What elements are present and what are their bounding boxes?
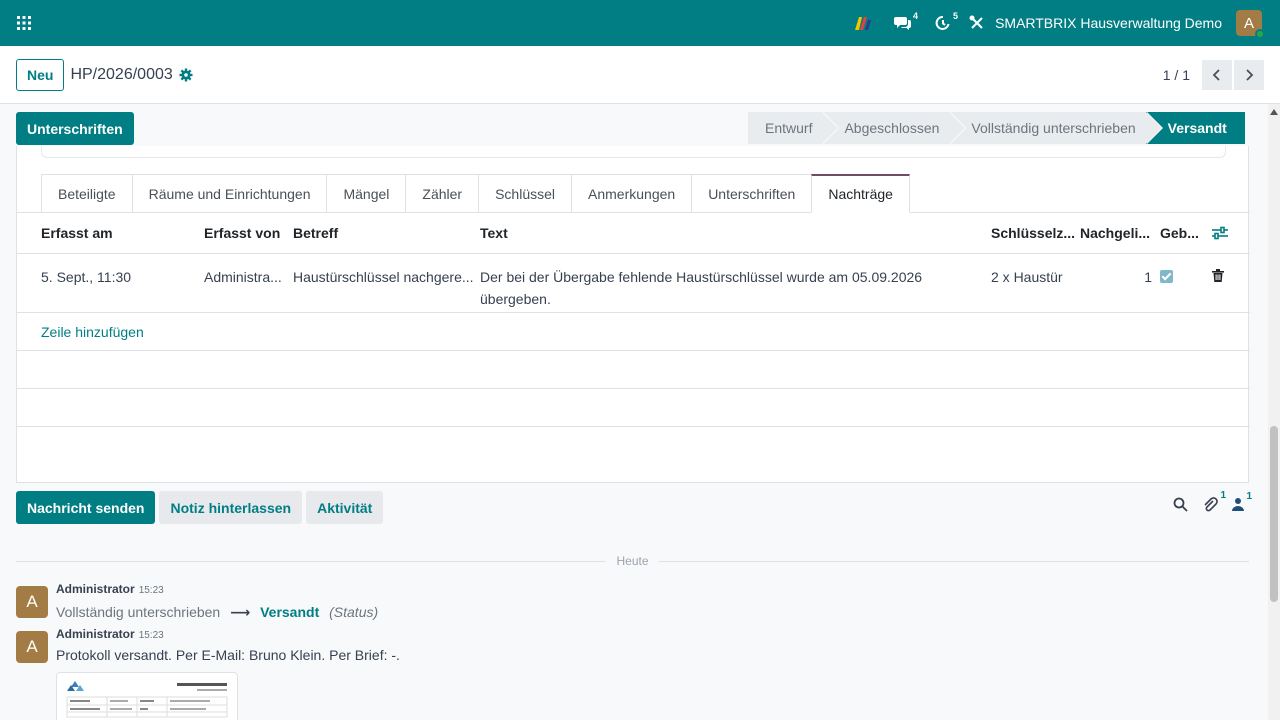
tab-participants[interactable]: Beteiligte	[41, 174, 133, 213]
avatar[interactable]: A	[16, 586, 48, 618]
user-initial: A	[1243, 14, 1254, 32]
document-thumbnail-icon	[66, 681, 228, 718]
chatter-message: A Administrator 15:23 Vollständig untersc…	[16, 582, 378, 621]
status-bar: Entwurf Abgeschlossen Vollständig unters…	[748, 112, 1245, 144]
add-line-link[interactable]: Zeile hinzufügen	[17, 313, 1250, 351]
followers-button[interactable]: 1	[1232, 491, 1252, 511]
scrollbar-thumb[interactable]	[1270, 426, 1278, 602]
avatar[interactable]: A	[16, 631, 48, 663]
chatter-tools: 1 1	[1173, 490, 1252, 512]
followers-count: 1	[1246, 491, 1252, 502]
messages-icon[interactable]: 4	[883, 0, 923, 46]
chatter-message: A Administrator 15:23 Protokoll versandt.…	[16, 627, 400, 663]
signatures-button[interactable]: Unterschriften	[16, 112, 134, 145]
cell-subject: Haustürschlüssel nachgere...	[293, 269, 474, 285]
message-time: 15:23	[138, 585, 164, 596]
column-header-recorded-by[interactable]: Erfasst von	[204, 213, 293, 253]
form-sheet: Beteiligte Räume und Einrichtungen Mänge…	[16, 146, 1250, 483]
cell-handed-over	[1160, 254, 1212, 289]
sliders-icon	[1212, 226, 1228, 240]
tab-remarks[interactable]: Anmerkungen	[571, 174, 693, 213]
attachment-preview[interactable]	[56, 672, 238, 720]
search-icon	[1173, 497, 1188, 512]
activities-clock-icon[interactable]: 5	[923, 0, 963, 46]
company-name: SMARTBRIX Hausverwaltung Demo	[995, 15, 1222, 31]
control-panel: Neu HP/2026/0003 1 / 1	[0, 46, 1280, 104]
tab-addenda[interactable]: Nachträge	[811, 174, 910, 213]
attachments-count: 1	[1220, 490, 1226, 501]
column-header-keys[interactable]: Schlüsselz...	[991, 213, 1080, 253]
tools-icon	[969, 15, 983, 29]
column-header-handed-over[interactable]: Geb...	[1160, 213, 1212, 253]
online-status-dot	[1255, 29, 1265, 39]
tab-meters[interactable]: Zähler	[405, 174, 480, 213]
cell-delivered: 1	[1144, 269, 1152, 285]
tracking-new-value: Versandt	[260, 604, 320, 620]
paperclip-icon	[1204, 497, 1218, 512]
apps-menu-icon[interactable]	[0, 0, 48, 46]
record-breadcrumb: HP/2026/0003	[70, 65, 173, 83]
delete-row-button[interactable]	[1212, 254, 1250, 288]
arrow-right-icon: ⟶	[230, 604, 251, 620]
tab-keys[interactable]: Schlüssel	[478, 174, 573, 213]
group-frame	[41, 146, 1226, 158]
trash-icon	[1212, 269, 1224, 282]
top-navbar: 4 5 SMARTBRIX Hausverwaltung Demo A	[0, 0, 1280, 46]
chevron-left-icon	[1212, 68, 1220, 81]
send-message-button[interactable]: Nachricht senden	[16, 491, 156, 524]
table-header-row: Erfasst am Erfasst von Betreff Text Schl…	[17, 213, 1250, 254]
messages-count-badge: 4	[913, 11, 919, 21]
app-logo-icon[interactable]	[843, 0, 883, 46]
activity-button[interactable]: Aktivität	[306, 491, 384, 524]
date-separator-label: Heute	[616, 554, 649, 568]
company-switcher[interactable]: SMARTBRIX Hausverwaltung Demo	[963, 15, 1236, 31]
empty-row	[17, 351, 1250, 389]
pager: 1 / 1	[1163, 59, 1264, 90]
pager-value[interactable]: 1 / 1	[1163, 67, 1190, 83]
cell-recorded-on: 5. Sept., 11:30	[41, 269, 132, 285]
attachments-button[interactable]: 1	[1202, 490, 1226, 512]
cell-text: Der bei der Übergabe fehlende Haustürsch…	[480, 269, 923, 307]
column-header-text[interactable]: Text	[480, 213, 991, 253]
cell-recorded-by: Administra...	[204, 269, 282, 285]
date-separator: Heute	[16, 552, 1249, 570]
pager-next-button[interactable]	[1234, 59, 1264, 90]
stage-draft[interactable]: Entwurf	[748, 112, 841, 144]
scroll-up-icon[interactable]	[1270, 108, 1278, 116]
tracking-old-value: Vollständig unterschrieben	[56, 604, 221, 620]
tab-defects[interactable]: Mängel	[326, 174, 407, 213]
message-author[interactable]: Administrator	[56, 627, 135, 641]
column-header-subject[interactable]: Betreff	[293, 213, 480, 253]
chevron-right-icon	[1246, 68, 1254, 81]
chatter-topbar: Nachricht senden Notiz hinterlassen Akti…	[16, 491, 384, 524]
handed-over-checkbox[interactable]	[1160, 270, 1173, 283]
pager-previous-button[interactable]	[1202, 59, 1232, 90]
log-note-button[interactable]: Notiz hinterlassen	[159, 491, 303, 524]
tab-rooms[interactable]: Räume und Einrichtungen	[131, 174, 328, 213]
table-row[interactable]: 5. Sept., 11:30 Administra... Haustürsch…	[17, 254, 1250, 313]
message-time: 15:23	[138, 630, 164, 641]
stage-fully-signed[interactable]: Vollständig unterschrieben	[949, 112, 1163, 144]
notebook-tabs: Beteiligte Räume und Einrichtungen Mänge…	[41, 174, 910, 213]
new-record-button[interactable]: Neu	[16, 58, 65, 91]
tracking-value: Vollständig unterschrieben ⟶ Versandt (S…	[56, 604, 378, 621]
gear-icon[interactable]	[179, 68, 193, 82]
activities-count-badge: 5	[953, 11, 959, 21]
empty-row	[17, 389, 1250, 427]
user-icon	[1232, 498, 1244, 511]
optional-columns-toggle[interactable]	[1212, 213, 1250, 253]
addenda-table: Erfasst am Erfasst von Betreff Text Schl…	[17, 213, 1250, 427]
column-header-delivered[interactable]: Nachgeli...	[1080, 213, 1160, 253]
stage-completed[interactable]: Abgeschlossen	[822, 112, 967, 144]
message-body: Protokoll versandt. Per E-Mail: Bruno Kl…	[56, 647, 400, 663]
search-messages-button[interactable]	[1173, 497, 1188, 512]
tab-signatures[interactable]: Unterschriften	[691, 174, 813, 213]
page-scrollbar[interactable]	[1268, 104, 1280, 720]
tracking-field: (Status)	[329, 604, 379, 620]
cell-keys: 2 x Haustür	[991, 269, 1063, 285]
user-avatar[interactable]: A	[1236, 10, 1265, 39]
column-header-recorded-on[interactable]: Erfasst am	[17, 213, 204, 253]
message-author[interactable]: Administrator	[56, 582, 135, 596]
